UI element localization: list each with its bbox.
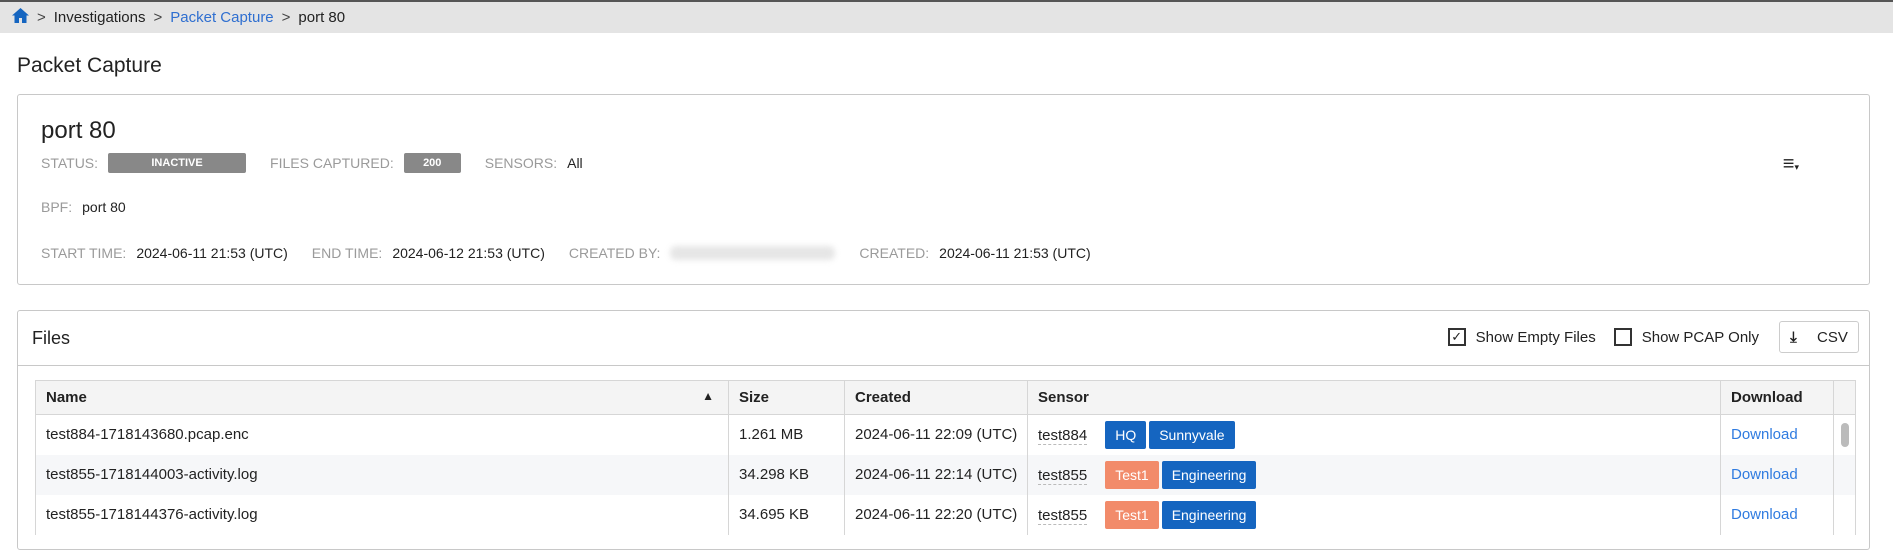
- download-link[interactable]: Download: [1720, 494, 1834, 535]
- column-header-size[interactable]: Size: [728, 380, 845, 415]
- file-name: test855-1718144376-activity.log: [35, 494, 729, 535]
- sensor-tag: Engineering: [1161, 460, 1257, 489]
- end-time-value: 2024-06-12 21:53 (UTC): [392, 245, 545, 261]
- sensor-tag: Engineering: [1161, 500, 1257, 529]
- breadcrumb-separator: >: [37, 9, 46, 26]
- sensor-name[interactable]: test855: [1038, 506, 1088, 525]
- start-time-label: START TIME:: [41, 245, 127, 261]
- bpf-label: BPF:: [41, 199, 73, 215]
- created-by-redacted: [670, 246, 836, 260]
- table-row: test855-1718144376-activity.log 34.695 KB…: [35, 494, 1856, 535]
- breadcrumb-investigations[interactable]: Investigations: [54, 9, 146, 26]
- created-value: 2024-06-11 21:53 (UTC): [939, 245, 1091, 261]
- table-row: test884-1718143680.pcap.enc 1.261 MB 2024-…: [35, 414, 1856, 455]
- sensor-tag: HQ: [1105, 420, 1147, 449]
- file-sensor: test884 HQ Sunnyvale: [1027, 414, 1721, 455]
- download-link[interactable]: Download: [1720, 454, 1834, 495]
- sort-ascending-icon[interactable]: ▲: [702, 389, 714, 403]
- sensor-tag: Test1: [1105, 500, 1159, 529]
- breadcrumb-separator: >: [281, 9, 291, 26]
- capture-name: port 80: [41, 117, 116, 144]
- sensor-name[interactable]: test884: [1038, 426, 1088, 445]
- files-captured-label: FILES CAPTURED:: [270, 155, 394, 171]
- files-captured-badge: 200: [403, 153, 461, 173]
- scrollbar[interactable]: [1833, 454, 1856, 495]
- divider: [18, 365, 1869, 366]
- download-icon: ⤓: [1790, 328, 1797, 346]
- file-size: 1.261 MB: [728, 414, 845, 455]
- created-by-label: CREATED BY:: [568, 245, 661, 261]
- sensors-label: SENSORS:: [484, 155, 558, 171]
- menu-icon[interactable]: ≡▾: [1783, 153, 1799, 176]
- show-pcap-only-label[interactable]: Show PCAP Only: [1642, 329, 1759, 346]
- column-header-name[interactable]: Name ▲: [35, 380, 729, 415]
- download-link[interactable]: Download: [1720, 414, 1834, 455]
- sensor-name[interactable]: test855: [1038, 466, 1088, 485]
- files-title: Files: [32, 328, 71, 348]
- end-time-label: END TIME:: [311, 245, 383, 261]
- sensor-tag: Test1: [1105, 460, 1159, 489]
- file-sensor: test855 Test1 Engineering: [1027, 454, 1721, 495]
- bpf-value: port 80: [82, 199, 126, 215]
- file-size: 34.298 KB: [728, 454, 845, 495]
- page-title: Packet Capture: [17, 54, 162, 77]
- times-row: START TIME: 2024-06-11 21:53 (UTC) END T…: [41, 245, 1115, 261]
- file-sensor: test855 Test1 Engineering: [1027, 494, 1721, 535]
- capture-details-card: port 80 STATUS: INACTIVE FILES CAPTURED:…: [17, 94, 1870, 285]
- status-badge: INACTIVE: [108, 153, 247, 173]
- file-created: 2024-06-11 22:20 (UTC): [844, 494, 1028, 535]
- breadcrumb-separator: >: [153, 9, 163, 26]
- files-card: Files ✓ Show Empty Files Show PCAP Only …: [17, 310, 1870, 550]
- breadcrumb-packet-capture[interactable]: Packet Capture: [170, 9, 273, 26]
- show-empty-files-checkbox[interactable]: ✓: [1447, 328, 1466, 346]
- column-header-download[interactable]: Download: [1720, 380, 1834, 415]
- files-table: Name ▲ Size Created Sensor Download test8…: [35, 380, 1856, 535]
- scrollbar-header: [1833, 380, 1856, 415]
- file-size: 34.695 KB: [728, 494, 845, 535]
- show-empty-files-label[interactable]: Show Empty Files: [1476, 329, 1596, 346]
- breadcrumb-current: port 80: [298, 9, 346, 26]
- bpf-row: BPF: port 80: [41, 199, 150, 215]
- file-name: test855-1718144003-activity.log: [35, 454, 729, 495]
- table-row: test855-1718144003-activity.log 34.298 KB…: [35, 454, 1856, 495]
- breadcrumb: > Investigations > Packet Capture > port…: [0, 0, 1893, 33]
- show-pcap-only-checkbox[interactable]: [1613, 328, 1632, 346]
- created-label: CREATED:: [859, 245, 930, 261]
- sensor-tag: Sunnyvale: [1149, 420, 1235, 449]
- scrollbar[interactable]: [1833, 494, 1856, 535]
- csv-export-button[interactable]: ⤓ CSV: [1779, 321, 1859, 353]
- sensors-value: All: [567, 155, 583, 171]
- file-created: 2024-06-11 22:14 (UTC): [844, 454, 1028, 495]
- scrollbar-thumb[interactable]: [1840, 422, 1849, 447]
- scrollbar[interactable]: [1833, 414, 1856, 455]
- column-header-created[interactable]: Created: [844, 380, 1028, 415]
- column-header-sensor[interactable]: Sensor: [1027, 380, 1721, 415]
- home-icon[interactable]: [12, 8, 29, 27]
- status-label: STATUS:: [41, 155, 99, 171]
- start-time-value: 2024-06-11 21:53 (UTC): [136, 245, 288, 261]
- file-created: 2024-06-11 22:09 (UTC): [844, 414, 1028, 455]
- file-name: test884-1718143680.pcap.enc: [35, 414, 729, 455]
- csv-label: CSV: [1817, 328, 1848, 346]
- status-row: STATUS: INACTIVE FILES CAPTURED: 200 SEN…: [41, 153, 607, 173]
